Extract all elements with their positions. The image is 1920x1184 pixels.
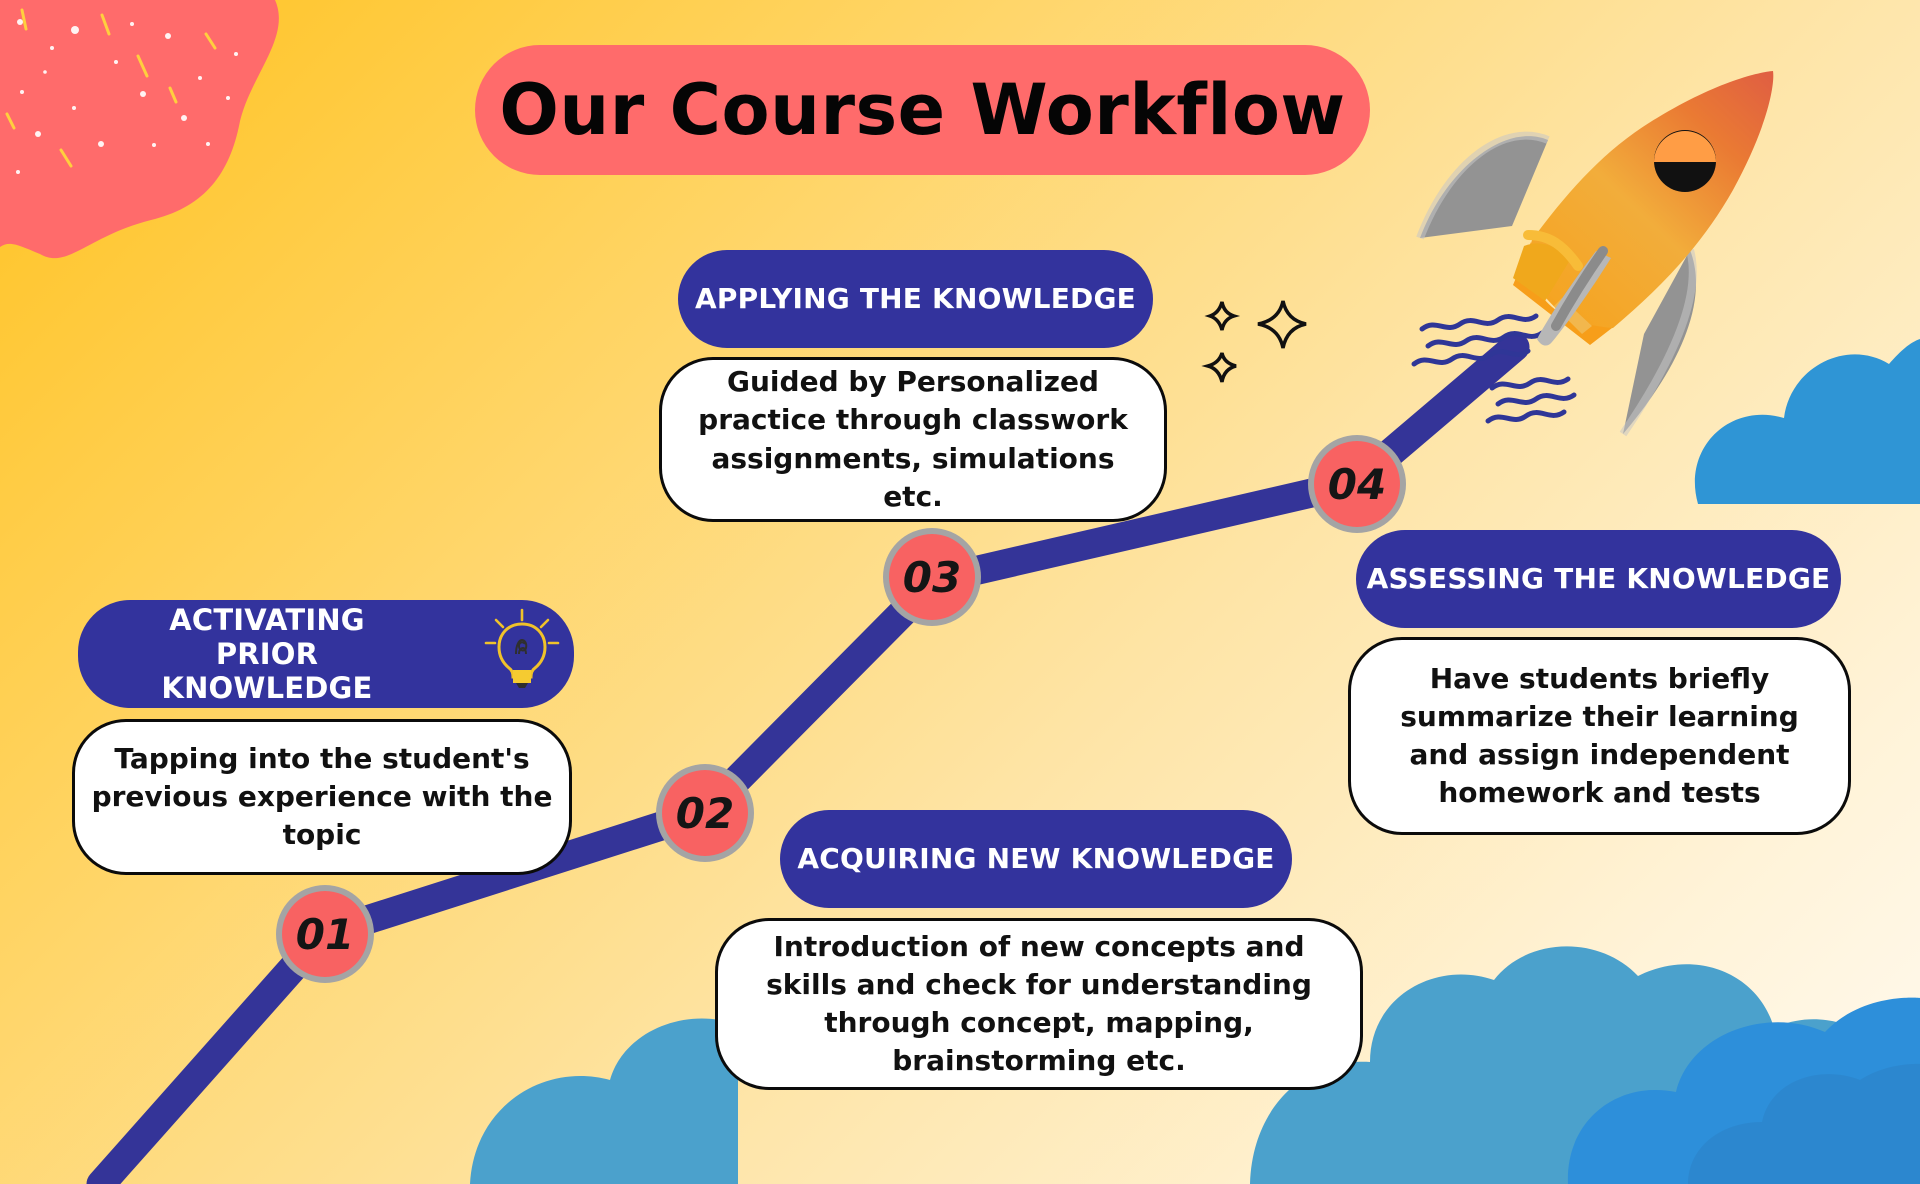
step-04-number: 04 [1327, 459, 1387, 509]
workflow-infographic: Our Course Workflow ACTIVATING PRIOR KNO… [0, 0, 1920, 1184]
step-02-description-box: Introduction of new concepts and skills … [715, 918, 1363, 1090]
step-03-heading: APPLYING THE KNOWLEDGE [695, 282, 1136, 316]
step-03-heading-pill: APPLYING THE KNOWLEDGE [678, 250, 1153, 348]
step-04-heading: ASSESSING THE KNOWLEDGE [1366, 562, 1831, 596]
page-title: Our Course Workflow [499, 69, 1346, 151]
step-01-number: 01 [295, 909, 355, 959]
step-03-description-box: Guided by Personalized practice through … [659, 357, 1167, 522]
step-02-description: Introduction of new concepts and skills … [766, 929, 1312, 1078]
step-01-description: Tapping into the student's previous expe… [91, 741, 553, 852]
step-02-number: 02 [675, 788, 735, 838]
lightbulb-icon [484, 608, 560, 688]
cloud-icon-right-top [1694, 339, 1920, 504]
step-01-heading: ACTIVATING PRIOR KNOWLEDGE [161, 602, 373, 706]
step-03-description: Guided by Personalized practice through … [698, 365, 1128, 513]
step-02-heading: ACQUIRING NEW KNOWLEDGE [797, 842, 1275, 876]
corner-splash-blob [0, 0, 279, 259]
sparkle-icon [1201, 300, 1307, 383]
title-banner: Our Course Workflow [475, 45, 1370, 175]
step-04-description-box: Have students briefly summarize their le… [1348, 637, 1851, 835]
step-02-heading-pill: ACQUIRING NEW KNOWLEDGE [780, 810, 1292, 908]
step-01-description-box: Tapping into the student's previous expe… [72, 719, 572, 875]
step-03-number: 03 [902, 552, 962, 602]
step-04-description: Have students briefly summarize their le… [1400, 661, 1799, 810]
cloud-icon-bottom-left [470, 1018, 738, 1184]
step-04-heading-pill: ASSESSING THE KNOWLEDGE [1356, 530, 1841, 628]
